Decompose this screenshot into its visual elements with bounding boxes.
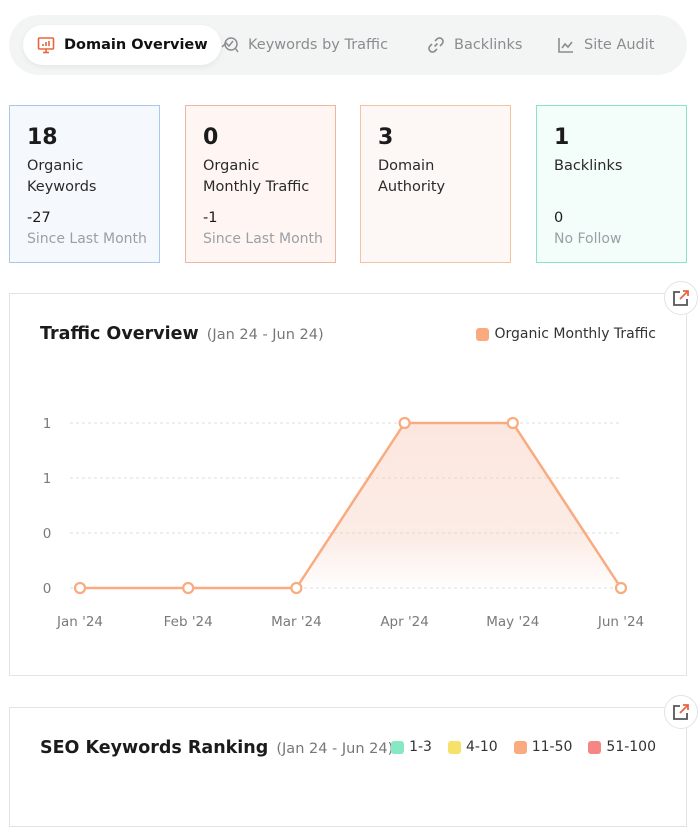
traffic-chart: 0 0 1 1 Jan '24 Feb '24 Mar '24 Apr '24 May '24… (43, 416, 644, 630)
legend-label: 1-3 (409, 739, 432, 755)
stat-label-line: Organic (203, 158, 260, 174)
tab-bar: Domain Overview Keywords by Traffic Back… (9, 15, 687, 75)
stat-label: Organic Keywords (27, 156, 142, 198)
legend-item: 1-3 (391, 739, 432, 755)
link-icon (428, 37, 444, 53)
stat-card-organic-traffic: 0 Organic Monthly Traffic -1 Since Last M… (185, 105, 336, 263)
x-tick-label: Mar '24 (271, 614, 322, 630)
stat-label-line: Monthly Traffic (203, 179, 310, 195)
legend-label: 11-50 (531, 739, 573, 755)
data-point (614, 581, 628, 595)
expand-button[interactable] (664, 695, 698, 729)
stat-change-value: -1 (203, 210, 218, 226)
y-tick-label: 0 (43, 526, 52, 542)
external-link-icon (673, 704, 689, 720)
y-tick-label: 1 (43, 471, 52, 487)
stat-value: 0 (203, 125, 219, 150)
stat-label: Backlinks (554, 158, 623, 174)
x-tick-label: Feb '24 (164, 614, 213, 630)
tab-label: Backlinks (454, 37, 523, 53)
stat-label-line: Keywords (27, 179, 97, 195)
legend-item: 4-10 (447, 739, 498, 755)
stat-change-label: Since Last Month (203, 231, 323, 247)
legend-swatch (447, 740, 461, 754)
tab-label: Site Audit (584, 37, 655, 53)
stat-change: -1 Since Last Month (203, 208, 323, 250)
y-tick-label: 1 (43, 416, 52, 432)
y-tick-label: 0 (43, 581, 52, 597)
stat-change-label: No Follow (554, 231, 622, 247)
legend-swatch (588, 740, 602, 754)
tab-backlinks[interactable]: Backlinks (426, 25, 522, 65)
panel-title-text: SEO Keywords Ranking (40, 738, 269, 758)
stat-value: 18 (27, 125, 58, 150)
stat-card-backlinks: 1 Backlinks 0 No Follow (536, 105, 687, 263)
stat-change: 0 No Follow (554, 208, 621, 250)
legend-swatch (391, 740, 405, 754)
tab-site-audit[interactable]: Site Audit (556, 25, 654, 65)
traffic-overview-panel: Traffic Overview (Jan 24 - Jun 24) Organ… (9, 281, 698, 676)
data-point (182, 581, 195, 595)
data-point (73, 581, 87, 595)
legend-item: 11-50 (513, 739, 573, 755)
stat-label-line: Organic (27, 158, 84, 174)
tab-domain-overview[interactable]: Domain Overview (23, 25, 221, 65)
stat-change-value: 0 (554, 210, 564, 226)
panel-date-range: (Jan 24 - Jun 24) (276, 741, 394, 757)
tab-label: Keywords by Traffic (248, 37, 389, 53)
stat-card-domain-authority: 3 Domain Authority (360, 105, 511, 263)
stat-change-value: -27 (27, 210, 51, 226)
seo-keywords-ranking-panel: SEO Keywords Ranking (Jan 24 - Jun 24) 1… (9, 695, 698, 827)
stat-card-organic-keywords: 18 Organic Keywords -27 Since Last Month (9, 105, 160, 263)
tab-keywords-by-traffic[interactable]: Keywords by Traffic (220, 25, 388, 65)
stat-change-label: Since Last Month (27, 231, 147, 247)
ranking-legend: 1-3 4-10 11-50 51-100 (381, 739, 656, 755)
legend-swatch (513, 740, 527, 754)
stat-value: 3 (378, 125, 394, 150)
x-tick-label: May '24 (486, 614, 539, 630)
stat-change: -27 Since Last Month (27, 208, 147, 250)
stat-value: 1 (554, 125, 570, 150)
stat-label: Domain Authority (378, 156, 493, 198)
x-tick-label: Jan '24 (56, 614, 103, 630)
legend-label: 4-10 (465, 739, 498, 755)
x-tick-label: Jun '24 (597, 614, 644, 630)
search-trend-icon (221, 37, 239, 53)
tab-label: Domain Overview (64, 37, 208, 53)
seo-ranking-title: SEO Keywords Ranking (Jan 24 - Jun 24) (40, 738, 393, 758)
legend-item: 51-100 (588, 739, 656, 755)
stat-label: Organic Monthly Traffic (203, 156, 318, 198)
stat-label-line: Authority (378, 179, 446, 195)
presentation-chart-icon (37, 37, 55, 54)
data-point (398, 416, 411, 430)
data-point (506, 416, 519, 430)
stat-label-line: Domain (378, 158, 435, 174)
line-chart-icon (558, 38, 573, 53)
legend-label: 51-100 (606, 739, 656, 755)
x-tick-label: Apr '24 (380, 614, 429, 630)
data-point (290, 581, 303, 595)
